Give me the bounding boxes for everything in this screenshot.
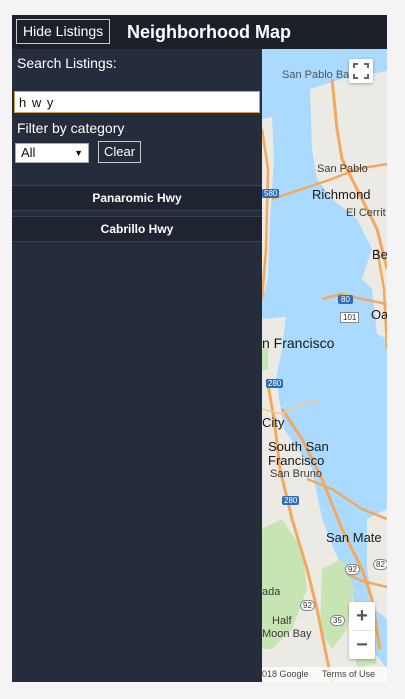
shield-280-south: 280 (282, 496, 300, 505)
map-label-richmond: Richmond (312, 187, 371, 202)
listing-item[interactable]: Cabrillo Hwy (12, 216, 262, 242)
map-label-daly-city: City (262, 415, 285, 430)
map-label-el-cerrito: El Cerrit (346, 207, 386, 219)
fullscreen-icon (353, 63, 369, 79)
map-view[interactable]: San Pablo Bay San Pablo Richmond El Cerr… (262, 49, 387, 682)
map-label-oakland: Oa (371, 307, 387, 322)
fullscreen-button[interactable] (349, 59, 373, 83)
category-select-value: All (21, 145, 36, 160)
map-label-san-bruno: San Bruno (270, 468, 322, 480)
app-container: Hide Listings Neighborhood Map Search Li… (12, 15, 387, 682)
search-input[interactable] (14, 91, 260, 113)
shield-92-east: 92 (345, 564, 360, 575)
terms-link[interactable]: Terms of Use (322, 667, 375, 682)
header-bar: Hide Listings Neighborhood Map (12, 15, 387, 49)
shield-580: 580 (262, 189, 280, 198)
listing-item[interactable]: Panaromic Hwy (12, 185, 262, 211)
shield-280-north: 280 (266, 379, 284, 388)
map-label-south-sf: South San (268, 439, 329, 454)
filter-label: Filter by category (17, 120, 125, 136)
map-label-san-pablo: San Pablo (317, 163, 368, 175)
map-base-layer (262, 71, 387, 682)
zoom-in-button[interactable]: + (349, 602, 375, 630)
chevron-down-icon: ▼ (74, 148, 83, 158)
sidebar: Search Listings: Filter by category All … (12, 49, 262, 682)
category-select[interactable]: All ▼ (15, 143, 89, 163)
map-label-san-pablo-bay: San Pablo Bay (282, 69, 355, 81)
map-attribution: 018 Google Terms of Use (262, 667, 387, 682)
map-label-half-moon-bay: Half (272, 615, 292, 627)
map-label-pacifica: ada (262, 586, 281, 598)
zoom-out-button[interactable]: − (349, 631, 375, 659)
shield-101: 101 (340, 312, 360, 323)
listings-list: Panaromic Hwy Cabrillo Hwy (12, 185, 262, 247)
app-title: Neighborhood Map (127, 22, 291, 42)
map-label-south-sf-2: Francisco (268, 453, 325, 468)
shield-92-west: 92 (300, 600, 315, 611)
map-label-san-mateo: San Mate (326, 530, 382, 545)
shield-82: 82 (373, 559, 387, 570)
map-label-san-francisco: n Francisco (262, 335, 335, 351)
clear-button[interactable]: Clear (98, 141, 142, 163)
hide-listings-button[interactable]: Hide Listings (16, 19, 111, 44)
map-label-berkeley: Be (372, 247, 387, 262)
map-copyright: 018 Google (262, 669, 309, 679)
shield-35: 35 (330, 615, 345, 626)
shield-80: 80 (338, 295, 353, 304)
map-label-half-moon-bay-2: Moon Bay (262, 628, 312, 640)
zoom-control: + − (349, 602, 375, 659)
search-label: Search Listings: (17, 55, 117, 71)
